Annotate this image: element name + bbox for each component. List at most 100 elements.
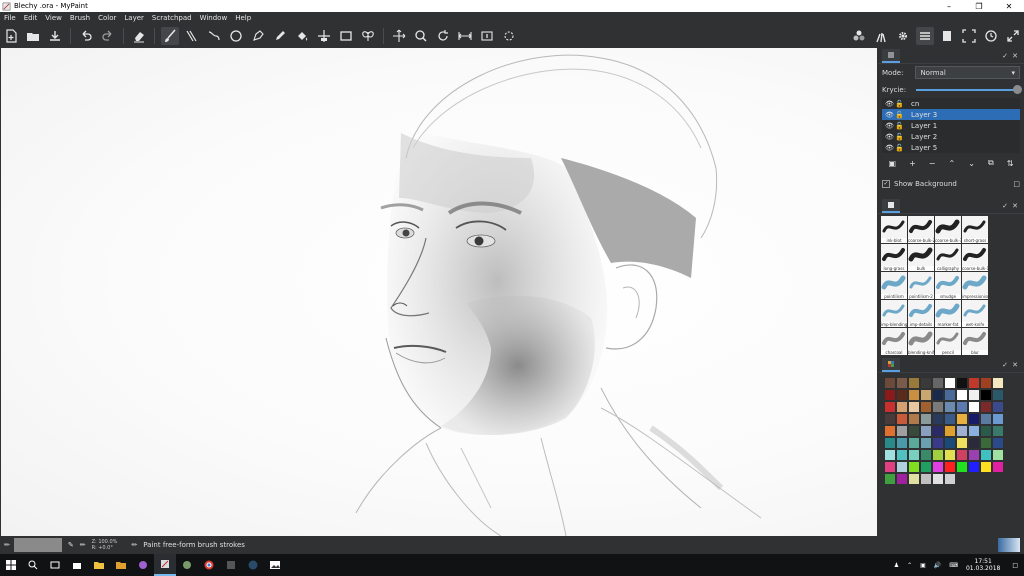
palette-swatch[interactable]: [896, 437, 908, 449]
palette-swatch[interactable]: [932, 449, 944, 461]
color-wheel-button[interactable]: [850, 27, 868, 45]
palette-swatch[interactable]: [980, 389, 992, 401]
brush-preset[interactable]: charcoal: [881, 328, 907, 355]
palette-swatch[interactable]: [980, 425, 992, 437]
brush-settings-button[interactable]: [872, 27, 890, 45]
minimize-button[interactable]: –: [934, 0, 964, 12]
scratchpad-button[interactable]: [938, 27, 956, 45]
pin-panel-icon[interactable]: ✓: [1000, 361, 1010, 369]
pan-view-button[interactable]: [390, 27, 408, 45]
palette-swatch[interactable]: [884, 389, 896, 401]
palette-swatch[interactable]: [968, 449, 980, 461]
palette-swatch[interactable]: [908, 377, 920, 389]
palette-swatch[interactable]: [884, 425, 896, 437]
brush-preset[interactable]: ink-blot: [881, 216, 907, 243]
merge-layer-icon[interactable]: ⇅: [1007, 159, 1014, 168]
eye-icon[interactable]: 👁: [885, 133, 895, 141]
palette-swatch[interactable]: [968, 461, 980, 473]
palette-swatch[interactable]: [944, 473, 956, 485]
symmetry-tool-button[interactable]: [359, 27, 377, 45]
add-layer-group-icon[interactable]: ▣: [889, 159, 897, 168]
close-panel-icon[interactable]: ✕: [1010, 202, 1020, 210]
language-icon[interactable]: ⌨: [949, 562, 958, 569]
palette-swatch[interactable]: [896, 413, 908, 425]
palette-tab[interactable]: [882, 357, 900, 372]
brush-preset[interactable]: pointilism: [881, 272, 907, 299]
app-taskbar-icon-2[interactable]: [176, 554, 198, 576]
menu-help[interactable]: Help: [235, 14, 251, 22]
menu-layer[interactable]: Layer: [124, 14, 144, 22]
palette-swatch[interactable]: [992, 389, 1004, 401]
palette-swatch[interactable]: [920, 425, 932, 437]
palette-swatch[interactable]: [968, 389, 980, 401]
palette-swatch[interactable]: [932, 425, 944, 437]
brush-preset[interactable]: coarse-bulk-3: [935, 216, 961, 243]
palette-swatch[interactable]: [944, 389, 956, 401]
opacity-slider-handle[interactable]: [1013, 84, 1022, 94]
menu-window[interactable]: Window: [200, 14, 228, 22]
palette-swatch[interactable]: [968, 377, 980, 389]
palette-swatch[interactable]: [908, 413, 920, 425]
brush-preset[interactable]: imp-blending: [881, 300, 907, 327]
palette-swatch[interactable]: [920, 413, 932, 425]
move-layer-up-icon[interactable]: ⌃: [949, 159, 956, 168]
palette-swatch[interactable]: [920, 449, 932, 461]
restore-button[interactable]: ❐: [964, 0, 994, 12]
task-view-button[interactable]: [44, 554, 66, 576]
pin-panel-icon[interactable]: ✓: [1000, 202, 1010, 210]
system-clock[interactable]: 17:51 01.03.2018: [966, 558, 1000, 572]
palette-swatch[interactable]: [920, 377, 932, 389]
zoom-view-button[interactable]: [412, 27, 430, 45]
menu-color[interactable]: Color: [98, 14, 116, 22]
app-taskbar-icon-3[interactable]: [220, 554, 242, 576]
palette-swatch[interactable]: [968, 425, 980, 437]
edit-brush-icon[interactable]: ✎: [68, 541, 74, 549]
palette-swatch[interactable]: [896, 461, 908, 473]
palette-swatch[interactable]: [992, 401, 1004, 413]
inking-tool-button[interactable]: [205, 27, 223, 45]
fit-width-button[interactable]: [456, 27, 474, 45]
add-layer-icon[interactable]: +: [909, 159, 916, 168]
lock-icon[interactable]: 🔓: [895, 144, 905, 152]
eraser-button[interactable]: [130, 27, 148, 45]
palette-swatch[interactable]: [944, 413, 956, 425]
color-picker-button[interactable]: [271, 27, 289, 45]
palette-swatch[interactable]: [956, 413, 968, 425]
palette-swatch[interactable]: [944, 437, 956, 449]
palette-swatch[interactable]: [956, 377, 968, 389]
layer-row[interactable]: 👁 🔓 Layer 2: [882, 131, 1020, 142]
brush-preset[interactable]: imp-details: [908, 300, 934, 327]
drawing-canvas[interactable]: [1, 48, 877, 536]
palette-swatch[interactable]: [932, 461, 944, 473]
layers-panel-button[interactable]: [916, 27, 934, 45]
palette-swatch[interactable]: [980, 377, 992, 389]
lock-icon[interactable]: 🔓: [895, 133, 905, 141]
search-button[interactable]: [22, 554, 44, 576]
people-icon[interactable]: ♟: [894, 562, 899, 569]
palette-swatch[interactable]: [956, 461, 968, 473]
menu-edit[interactable]: Edit: [24, 14, 38, 22]
palette-swatch[interactable]: [932, 401, 944, 413]
opacity-slider[interactable]: [916, 84, 1022, 94]
palette-swatch[interactable]: [980, 401, 992, 413]
eye-icon[interactable]: 👁: [885, 122, 895, 130]
notifications-icon[interactable]: □: [1012, 562, 1018, 569]
photos-taskbar-app[interactable]: [264, 554, 286, 576]
save-button[interactable]: [46, 27, 64, 45]
volume-icon[interactable]: 🔊: [934, 562, 941, 569]
mypaint-taskbar-app[interactable]: [154, 554, 176, 576]
lock-icon[interactable]: 🔓: [895, 111, 905, 119]
layer-row[interactable]: 👁 🔓 Layer 3: [882, 109, 1020, 120]
palette-swatch[interactable]: [992, 461, 1004, 473]
brushes-tab[interactable]: [882, 198, 900, 213]
palette-swatch[interactable]: [980, 413, 992, 425]
move-layer-down-icon[interactable]: ⌄: [968, 159, 975, 168]
freehand-brush-button[interactable]: [161, 27, 179, 45]
palette-swatch[interactable]: [884, 401, 896, 413]
explorer-taskbar-app[interactable]: [88, 554, 110, 576]
layer-row[interactable]: 👁 🔓 cn: [882, 98, 1020, 109]
palette-swatch[interactable]: [908, 437, 920, 449]
preferences-button[interactable]: [894, 27, 912, 45]
palette-swatch[interactable]: [920, 461, 932, 473]
palette-swatch[interactable]: [884, 413, 896, 425]
